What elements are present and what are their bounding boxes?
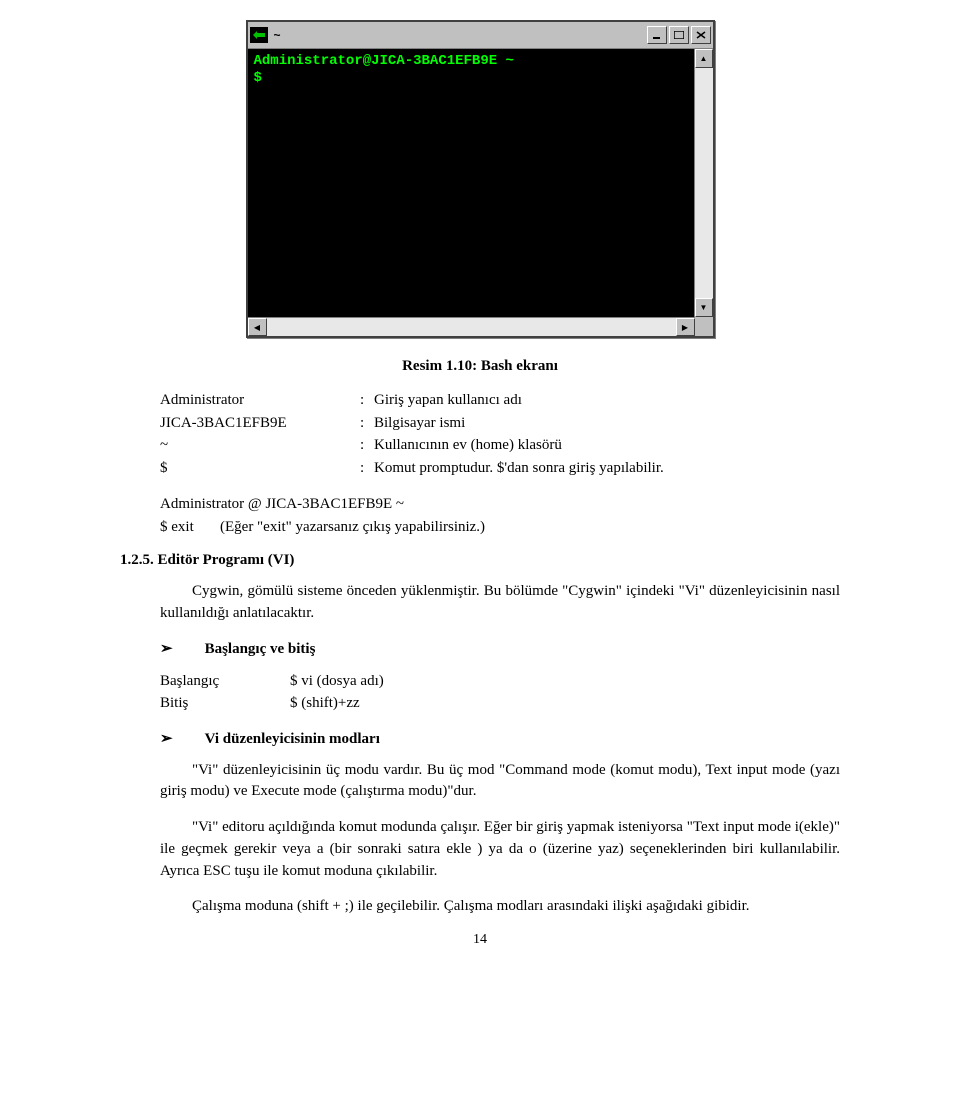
arrow-icon: ➢ bbox=[160, 729, 173, 748]
definition-text: Komut promptudur. $'dan sonra giriş yapı… bbox=[374, 457, 840, 480]
definition-row: Administrator:Giriş yapan kullanıcı adı bbox=[160, 389, 840, 412]
definition-colon: : bbox=[360, 434, 374, 457]
definition-term: Administrator bbox=[160, 389, 360, 412]
definition-text: Bilgisayar ismi bbox=[374, 412, 840, 435]
start-end-block: Başlangıç $ vi (dosya adı) Bitiş $ (shif… bbox=[120, 670, 840, 715]
bullet-modes: ➢ Vi düzenleyicisinin modları bbox=[120, 729, 840, 748]
definition-term: JICA-3BAC1EFB9E bbox=[160, 412, 360, 435]
close-button[interactable] bbox=[691, 26, 711, 44]
prompt-line-1: Administrator@JICA-3BAC1EFB9E ~ bbox=[254, 53, 514, 69]
system-menu-icon[interactable] bbox=[250, 27, 268, 43]
admin-prompt-block: Administrator @ JICA-3BAC1EFB9E ~ $ exit… bbox=[120, 493, 840, 538]
prompt-line-2: $ bbox=[254, 70, 262, 86]
bullet-2-text: Vi düzenleyicisinin modları bbox=[205, 731, 380, 748]
scroll-track-vertical[interactable] bbox=[695, 68, 713, 298]
window-controls bbox=[647, 26, 711, 44]
end-label: Bitiş bbox=[160, 692, 290, 715]
vertical-scrollbar[interactable]: ▲ ▼ bbox=[694, 49, 713, 317]
definition-text: Kullanıcının ev (home) klasörü bbox=[374, 434, 840, 457]
window-titlebar: ~ bbox=[248, 22, 713, 49]
definition-text: Giriş yapan kullanıcı adı bbox=[374, 389, 840, 412]
terminal-content[interactable]: Administrator@JICA-3BAC1EFB9E ~ $ bbox=[248, 49, 694, 317]
definition-colon: : bbox=[360, 389, 374, 412]
modes-paragraph-2: "Vi" editoru açıldığında komut modunda ç… bbox=[120, 817, 840, 882]
start-value: $ vi (dosya adı) bbox=[290, 670, 384, 693]
modes-paragraph-3: Çalışma moduna (shift + ;) ile geçilebil… bbox=[120, 896, 840, 918]
terminal-window: ~ Administrator@JICA-3BAC1EFB9E ~ $ ▲ ▼ … bbox=[246, 20, 715, 338]
maximize-button[interactable] bbox=[669, 26, 689, 44]
definition-colon: : bbox=[360, 412, 374, 435]
minimize-button[interactable] bbox=[647, 26, 667, 44]
bullet-1-text: Başlangıç ve bitiş bbox=[205, 641, 316, 658]
definition-term: ~ bbox=[160, 434, 360, 457]
definition-term: $ bbox=[160, 457, 360, 480]
admin-prompt-text: Administrator @ JICA-3BAC1EFB9E ~ bbox=[160, 493, 404, 516]
scroll-left-button[interactable]: ◀ bbox=[248, 318, 267, 336]
section-heading: 1.2.5. Editör Programı (VI) bbox=[120, 552, 840, 569]
resize-grip[interactable] bbox=[695, 317, 713, 335]
definition-row: $:Komut promptudur. $'dan sonra giriş ya… bbox=[160, 457, 840, 480]
scroll-right-button[interactable]: ▶ bbox=[676, 318, 695, 336]
figure-caption: Resim 1.10: Bash ekranı bbox=[120, 358, 840, 375]
bullet-start-end: ➢ Başlangıç ve bitiş bbox=[120, 639, 840, 658]
scroll-track-horizontal[interactable] bbox=[267, 318, 676, 336]
scroll-down-button[interactable]: ▼ bbox=[695, 298, 713, 317]
horizontal-scrollbar[interactable]: ◀ ▶ bbox=[248, 317, 695, 336]
definition-row: JICA-3BAC1EFB9E:Bilgisayar ismi bbox=[160, 412, 840, 435]
definition-colon: : bbox=[360, 457, 374, 480]
page-number: 14 bbox=[120, 932, 840, 948]
end-value: $ (shift)+zz bbox=[290, 692, 360, 715]
window-title: ~ bbox=[274, 28, 647, 42]
cygwin-paragraph: Cygwin, gömülü sisteme önceden yüklenmiş… bbox=[120, 581, 840, 625]
arrow-icon: ➢ bbox=[160, 639, 173, 658]
modes-paragraph-1: "Vi" düzenleyicisinin üç modu vardır. Bu… bbox=[120, 760, 840, 804]
scroll-up-button[interactable]: ▲ bbox=[695, 49, 713, 68]
definition-row: ~:Kullanıcının ev (home) klasörü bbox=[160, 434, 840, 457]
exit-note: (Eğer "exit" yazarsanız çıkış yapabilirs… bbox=[220, 516, 485, 539]
start-label: Başlangıç bbox=[160, 670, 290, 693]
exit-command: $ exit bbox=[160, 516, 220, 539]
definition-list: Administrator:Giriş yapan kullanıcı adıJ… bbox=[120, 389, 840, 479]
